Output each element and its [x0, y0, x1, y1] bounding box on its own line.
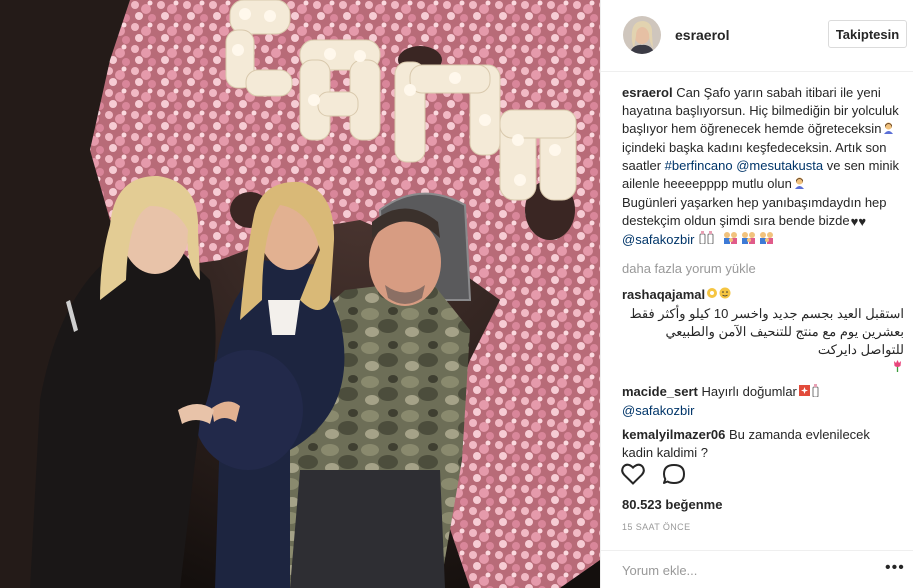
caption-hashtag[interactable]: #berfincano [665, 158, 733, 173]
post-photo[interactable] [0, 0, 600, 588]
post-photo-illustration [0, 0, 600, 588]
comment-username[interactable]: rashaqajamal [622, 287, 705, 302]
sparkle-emoji-icon [798, 383, 822, 402]
woman-emoji-icon [793, 176, 806, 194]
add-comment-bar: Yorum ekle... ••• [601, 550, 913, 588]
post-timestamp[interactable]: 15 SAAT ÖNCE [622, 522, 691, 532]
post-side-panel: esraerol Takiptesin esraerol Can Şafo ya… [600, 0, 913, 588]
caption: esraerol Can Şafo yarın sabah itibari il… [622, 84, 904, 250]
likes-count[interactable]: 80.523 beğenme [622, 497, 722, 512]
more-options-icon[interactable]: ••• [885, 559, 905, 577]
header-username[interactable]: esraerol [675, 27, 729, 43]
caption-mention-1[interactable]: @mesutakusta [736, 158, 823, 173]
post-header: esraerol Takiptesin [601, 0, 913, 72]
comments-list: esraerol Can Şafo yarın sabah itibari il… [622, 84, 904, 469]
load-more-comments[interactable]: daha fazla yorum yükle [622, 260, 904, 278]
baby-bottle-emoji-icon [699, 231, 721, 249]
comment-icon[interactable] [662, 463, 686, 490]
tulip-emoji-icon [622, 359, 904, 377]
comment-text: استقبل العيد بجسم جديد واخسر 10 كيلو وأك… [629, 305, 904, 357]
heart-icon[interactable] [621, 463, 645, 490]
woman-emoji-icon [882, 121, 895, 139]
following-button[interactable]: Takiptesin [828, 20, 907, 48]
avatar[interactable] [623, 16, 661, 54]
caption-text-4: Bugünleri yaşarken hep yanıbaşımdaydın h… [622, 195, 887, 229]
family-emoji-icon [723, 231, 775, 249]
add-comment-input[interactable]: Yorum ekle... [622, 563, 697, 578]
comment-username[interactable]: macide_sert [622, 384, 698, 399]
caption-username[interactable]: esraerol [622, 85, 673, 100]
caption-mention-2[interactable]: @safakozbir [622, 232, 694, 247]
comment-username[interactable]: kemalyilmazer06 [622, 427, 725, 442]
comment-mention[interactable]: @safakozbir [622, 403, 694, 418]
ok-hand-emoji-icon [706, 286, 732, 304]
comment-item: kemalyilmazer06 Bu zamanda evlenilecek k… [622, 426, 904, 462]
comment-item: macide_sert Hayırlı doğumlar @safakozbir [622, 383, 904, 420]
comment-item: rashaqajamal استقبل العيد بجسم جديد واخس… [622, 286, 904, 377]
heart-emoji-icon: ♥♥ [850, 213, 867, 229]
comment-text: Hayırlı doğumlar [701, 384, 797, 400]
